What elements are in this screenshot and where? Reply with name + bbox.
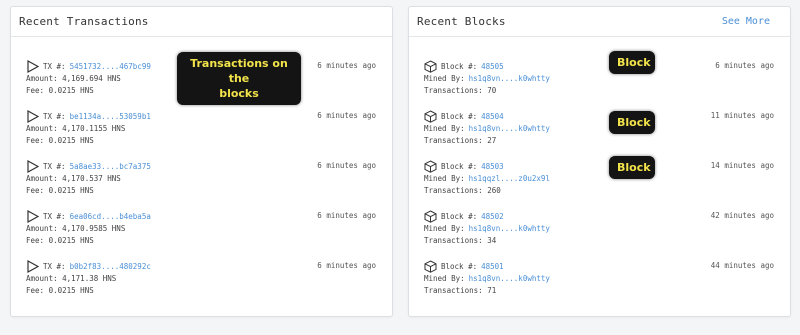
block-time: 6 minutes ago <box>715 61 774 70</box>
tx-fee: Fee: 0.0215 HNS <box>26 236 94 245</box>
tx-hash-link[interactable]: 6ea06cd....b4eba5a <box>70 212 151 221</box>
block-row: Block #: 48504 Mined By: hs1q8vn....k0wht… <box>409 109 790 149</box>
miner-address-link[interactable]: hs1qqzl....z0u2x9l <box>469 174 550 183</box>
tx-time: 6 minutes ago <box>317 161 376 170</box>
tx-amount: Amount: 4,171.38 HNS <box>26 274 117 283</box>
block-label: Block #: <box>441 261 478 271</box>
miner-label: Mined By: <box>424 224 465 233</box>
block-number-link[interactable]: 48501 <box>481 262 504 271</box>
panel-title: Recent Blocks <box>417 15 506 28</box>
panel-header: Recent Blocks See More <box>409 7 790 37</box>
tx-label: TX #: <box>43 161 66 171</box>
cube-icon <box>424 59 437 73</box>
transaction-row: TX #: be1134a....53059b1 Amount: 4,170.1… <box>11 109 392 149</box>
tx-label: TX #: <box>43 211 66 221</box>
tx-amount: Amount: 4,169.694 HNS <box>26 74 121 83</box>
play-triangle-icon <box>27 59 39 73</box>
tx-hash-link[interactable]: be1134a....53059b1 <box>70 112 151 121</box>
block-row: Block #: 48501 Mined By: hs1q8vn....k0wht… <box>409 259 790 299</box>
transaction-row: TX #: 6ea06cd....b4eba5a Amount: 4,170.9… <box>11 209 392 249</box>
block-tx-count: Transactions: 70 <box>424 86 497 95</box>
callout-line: Transactions on the <box>190 57 288 85</box>
tx-fee: Fee: 0.0215 HNS <box>26 86 94 95</box>
block-label: Block #: <box>441 161 478 171</box>
transactions-callout: Transactions on the blocks <box>177 52 301 105</box>
tx-time: 6 minutes ago <box>317 211 376 220</box>
panel-title: Recent Transactions <box>19 15 149 28</box>
tx-amount: Amount: 4,170.9585 HNS <box>26 224 126 233</box>
tx-amount: Amount: 4,170.537 HNS <box>26 174 121 183</box>
tx-time: 6 minutes ago <box>317 261 376 270</box>
block-number-link[interactable]: 48503 <box>481 162 504 171</box>
block-tx-count: Transactions: 260 <box>424 186 501 195</box>
tx-label: TX #: <box>43 61 66 71</box>
miner-label: Mined By: <box>424 274 465 283</box>
tx-time: 6 minutes ago <box>317 61 376 70</box>
tx-hash-link[interactable]: b0b2f83....480292c <box>70 262 151 271</box>
block-label: Block #: <box>441 61 478 71</box>
cube-icon <box>424 109 437 123</box>
block-time: 44 minutes ago <box>710 261 774 270</box>
tx-fee: Fee: 0.0215 HNS <box>26 136 94 145</box>
block-callout: Block <box>609 156 655 179</box>
cube-icon <box>424 259 437 273</box>
transaction-row: TX #: 5a8ae33....bc7a375 Amount: 4,170.5… <box>11 159 392 199</box>
cube-icon <box>424 209 437 223</box>
block-tx-count: Transactions: 34 <box>424 236 497 245</box>
tx-label: TX #: <box>43 111 66 121</box>
block-tx-count: Transactions: 71 <box>424 286 497 295</box>
tx-hash-link[interactable]: 5451732....467bc99 <box>70 62 151 71</box>
block-label: Block #: <box>441 211 478 221</box>
block-time: 42 minutes ago <box>710 211 774 220</box>
block-tx-count: Transactions: 27 <box>424 136 497 145</box>
tx-fee: Fee: 0.0215 HNS <box>26 286 94 295</box>
block-row: Block #: 48503 Mined By: hs1qqzl....z0u2x… <box>409 159 790 199</box>
play-triangle-icon <box>27 209 39 223</box>
block-label: Block #: <box>441 111 478 121</box>
block-row: Block #: 48505 Mined By: hs1q8vn....k0wht… <box>409 59 790 99</box>
miner-address-link[interactable]: hs1q8vn....k0whtty <box>469 74 550 83</box>
block-time: 11 minutes ago <box>710 111 774 120</box>
block-callout: Block <box>609 51 655 74</box>
play-triangle-icon <box>27 159 39 173</box>
see-more-link[interactable]: See More <box>722 16 770 27</box>
block-callout: Block <box>609 111 655 134</box>
block-number-link[interactable]: 48502 <box>481 212 504 221</box>
block-number-link[interactable]: 48504 <box>481 112 504 121</box>
play-triangle-icon <box>27 109 39 123</box>
block-time: 14 minutes ago <box>710 161 774 170</box>
transaction-row: TX #: b0b2f83....480292c Amount: 4,171.3… <box>11 259 392 299</box>
block-number-link[interactable]: 48505 <box>481 62 504 71</box>
miner-label: Mined By: <box>424 124 465 133</box>
play-triangle-icon <box>27 259 39 273</box>
tx-hash-link[interactable]: 5a8ae33....bc7a375 <box>70 162 151 171</box>
miner-label: Mined By: <box>424 174 465 183</box>
panel-header: Recent Transactions <box>11 7 392 37</box>
tx-label: TX #: <box>43 261 66 271</box>
miner-label: Mined By: <box>424 74 465 83</box>
recent-blocks-panel: Recent Blocks See More Block #: 48505 Mi… <box>408 6 791 317</box>
tx-fee: Fee: 0.0215 HNS <box>26 186 94 195</box>
miner-address-link[interactable]: hs1q8vn....k0whtty <box>469 224 550 233</box>
tx-time: 6 minutes ago <box>317 111 376 120</box>
callout-line: blocks <box>219 87 259 100</box>
miner-address-link[interactable]: hs1q8vn....k0whtty <box>469 124 550 133</box>
cube-icon <box>424 159 437 173</box>
miner-address-link[interactable]: hs1q8vn....k0whtty <box>469 274 550 283</box>
tx-amount: Amount: 4,170.1155 HNS <box>26 124 126 133</box>
block-row: Block #: 48502 Mined By: hs1q8vn....k0wht… <box>409 209 790 249</box>
